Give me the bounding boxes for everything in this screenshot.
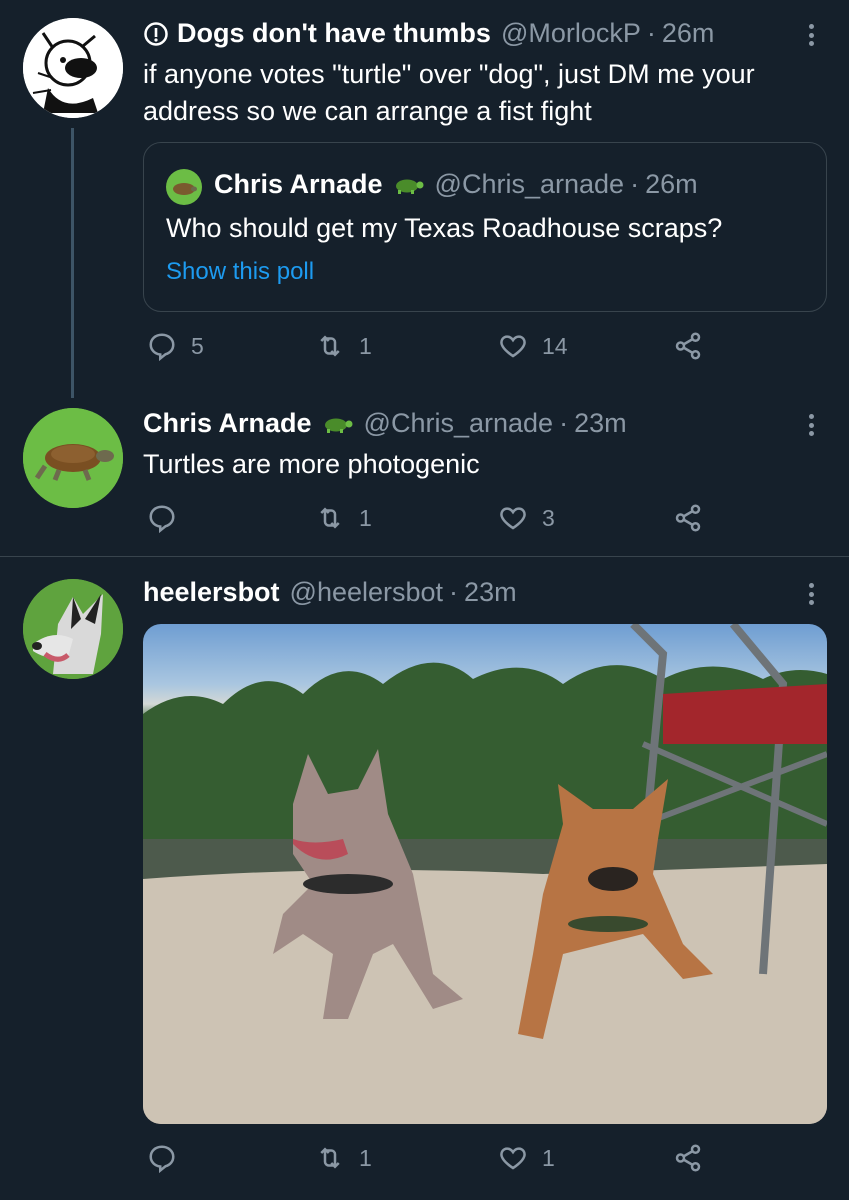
- retweet-button[interactable]: 1: [315, 331, 372, 361]
- like-count: 3: [542, 504, 555, 531]
- retweet-icon: [320, 335, 340, 357]
- tweet-header: heelersbot @heelersbot · 23m: [143, 577, 517, 608]
- reply-icon: [149, 505, 175, 533]
- retweet-count: 1: [359, 332, 372, 359]
- timestamp[interactable]: 26m: [662, 18, 715, 49]
- quoted-avatar: [166, 169, 202, 205]
- tweet-actions: 1 3: [143, 503, 713, 543]
- turtle-emoji-icon: [395, 179, 424, 194]
- heart-icon: [500, 335, 526, 358]
- retweet-button[interactable]: 1: [315, 503, 372, 533]
- tweet-morlockp[interactable]: Dogs don't have thumbs @MorlockP · 26m i…: [0, 0, 849, 400]
- display-name[interactable]: Chris Arnade: [143, 408, 312, 439]
- share-button[interactable]: [673, 503, 703, 533]
- share-icon: [675, 1144, 701, 1172]
- heart-icon: [500, 507, 526, 530]
- quoted-text: Who should get my Texas Roadhouse scraps…: [166, 213, 723, 243]
- separator-dot: ·: [449, 577, 459, 607]
- display-name[interactable]: heelersbot: [143, 577, 280, 608]
- avatar-dog-cartoon-icon: [23, 18, 123, 118]
- handle[interactable]: @heelersbot: [290, 577, 444, 608]
- reply-count: 5: [191, 332, 204, 359]
- quoted-timestamp: 26m: [645, 169, 698, 199]
- info-circle-icon: [144, 21, 168, 46]
- retweet-icon: [320, 1147, 340, 1169]
- reply-icon: [149, 1145, 175, 1173]
- avatar[interactable]: [23, 408, 123, 508]
- tweet-actions: 1 1: [143, 1143, 713, 1183]
- timestamp[interactable]: 23m: [574, 408, 627, 439]
- tweet-header: Chris Arnade @Chris_arnade · 23m: [143, 408, 627, 439]
- like-button[interactable]: 14: [498, 331, 568, 361]
- quoted-display-name: Chris Arnade: [214, 169, 383, 199]
- reply-button[interactable]: 5: [147, 331, 204, 361]
- avatar-turtle-icon: [23, 408, 123, 508]
- tweet-heelersbot[interactable]: heelersbot @heelersbot · 23m 1 1: [0, 557, 849, 1200]
- show-poll-link[interactable]: Show this poll: [166, 258, 314, 286]
- quoted-handle: @Chris_arnade: [434, 169, 625, 199]
- retweet-count: 1: [359, 1144, 372, 1171]
- share-icon: [675, 332, 701, 360]
- retweet-icon: [320, 507, 340, 529]
- dogs-on-sand-photo: [143, 624, 827, 1124]
- tweet-actions: 5 1 14: [143, 331, 713, 371]
- share-icon: [675, 504, 701, 532]
- more-options-icon[interactable]: [801, 410, 821, 440]
- more-options-icon[interactable]: [801, 20, 821, 50]
- tweet-text: if anyone votes "turtle" over "dog", jus…: [143, 59, 755, 126]
- tweet-chris-arnade[interactable]: Chris Arnade @Chris_arnade · 23m Turtles…: [0, 400, 849, 556]
- avatar[interactable]: [23, 579, 123, 679]
- like-button[interactable]: 1: [498, 1143, 555, 1173]
- share-button[interactable]: [673, 331, 703, 361]
- like-button[interactable]: 3: [498, 503, 555, 533]
- separator-dot: ·: [559, 408, 569, 438]
- like-count: 1: [542, 1144, 555, 1171]
- display-name[interactable]: Dogs don't have thumbs: [177, 18, 491, 49]
- share-button[interactable]: [673, 1143, 703, 1173]
- more-options-icon[interactable]: [801, 579, 821, 609]
- reply-button[interactable]: [147, 1143, 191, 1173]
- retweet-button[interactable]: 1: [315, 1143, 372, 1173]
- turtle-emoji-icon: [324, 418, 353, 433]
- tweet-header: Dogs don't have thumbs @MorlockP · 26m: [143, 18, 714, 49]
- separator-dot: ·: [646, 18, 656, 48]
- quoted-tweet[interactable]: Chris Arnade @Chris_arnade · 26m Who sho…: [143, 142, 827, 312]
- like-count: 14: [542, 332, 568, 359]
- quoted-header: Chris Arnade @Chris_arnade · 26m: [214, 169, 698, 200]
- reply-icon: [149, 333, 175, 361]
- tweet-text: Turtles are more photogenic: [143, 449, 480, 479]
- timestamp[interactable]: 23m: [464, 577, 517, 608]
- turtle-avatar-icon: [173, 183, 197, 195]
- handle[interactable]: @Chris_arnade: [364, 408, 554, 439]
- handle[interactable]: @MorlockP: [501, 18, 641, 49]
- reply-button[interactable]: [147, 503, 191, 533]
- heart-icon: [500, 1147, 526, 1170]
- separator-dot: ·: [630, 169, 640, 199]
- retweet-count: 1: [359, 504, 372, 531]
- avatar[interactable]: [23, 18, 123, 118]
- tweet-photo[interactable]: [143, 624, 827, 1124]
- avatar-heeler-dog-icon: [23, 579, 123, 679]
